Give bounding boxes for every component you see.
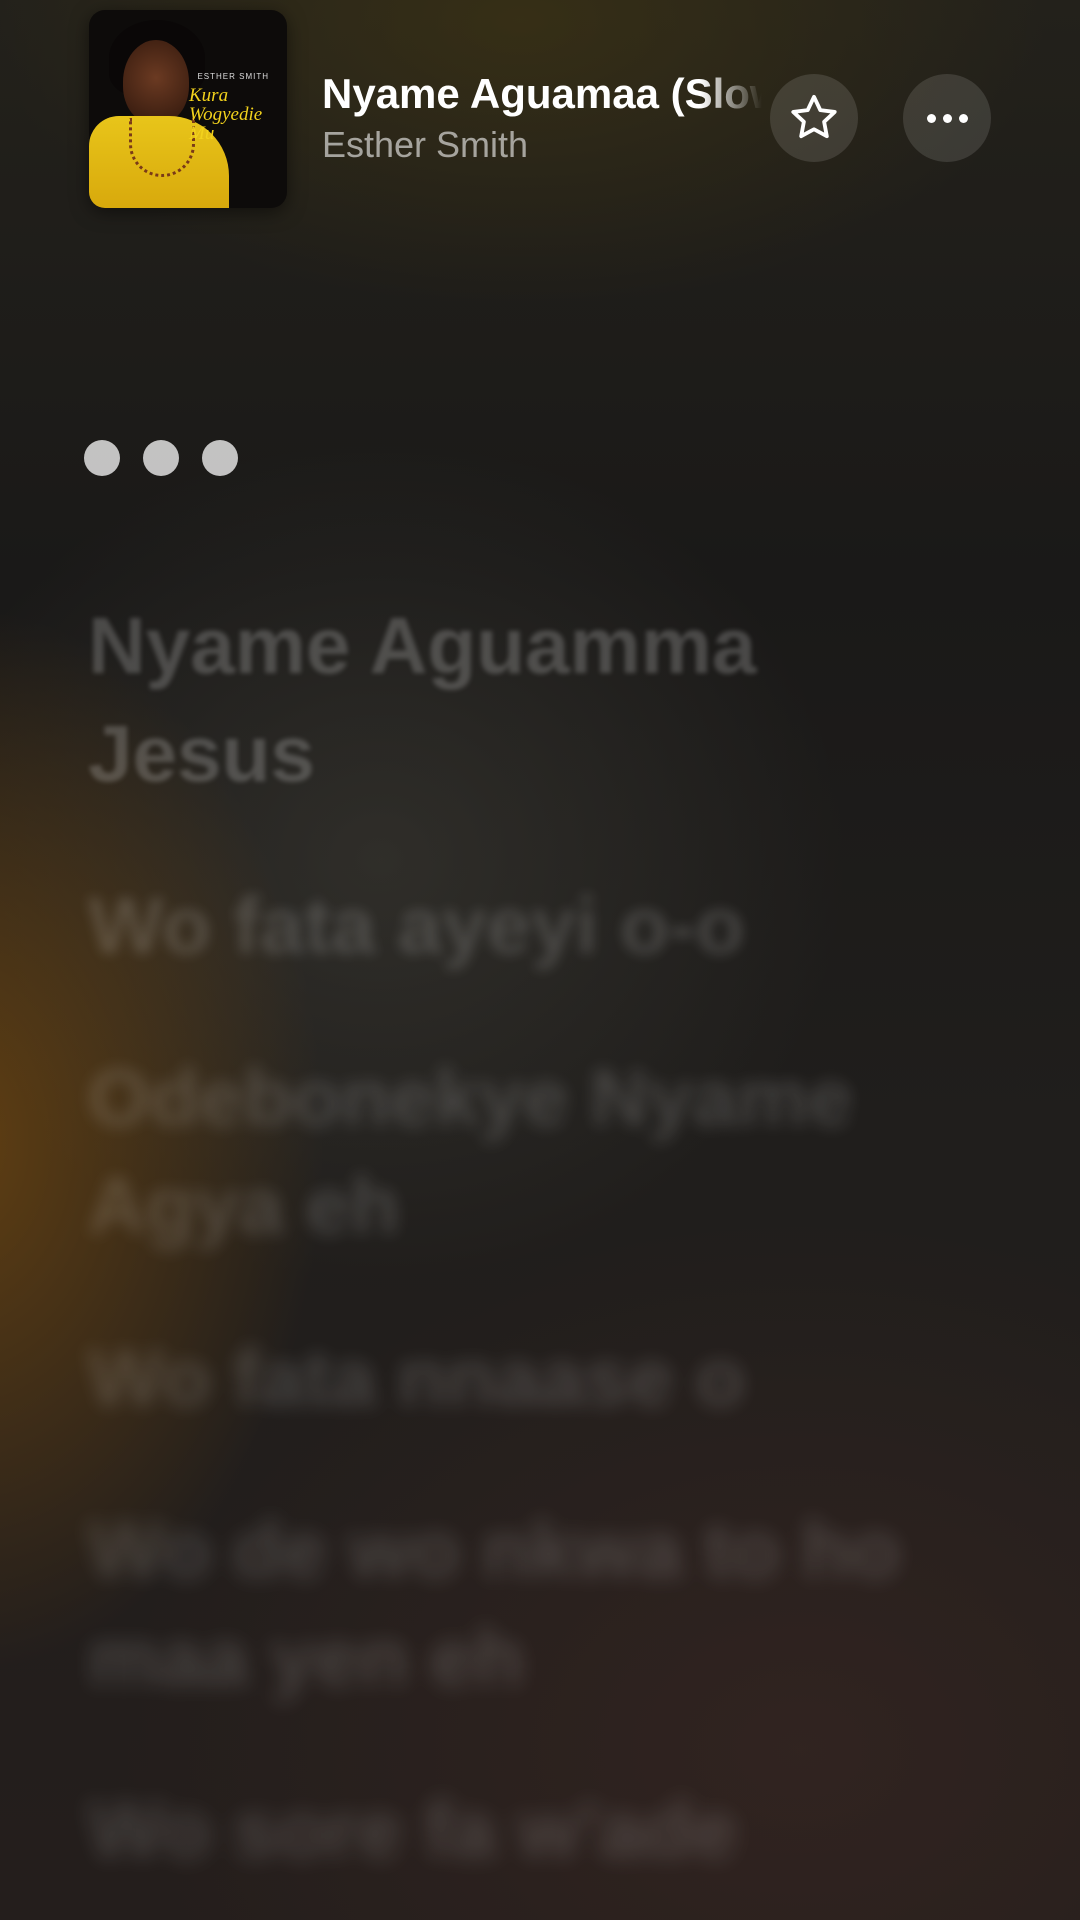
lyric-line[interactable]: Wo sore fa w'ade bbox=[88, 1776, 988, 1884]
lyric-line[interactable]: Wo fata ayeyi o-o bbox=[88, 872, 988, 980]
song-title[interactable]: Nyame Aguamaa (Slow) bbox=[322, 70, 762, 118]
lyric-line[interactable]: Odebonekye Nyame Agya eh bbox=[88, 1044, 988, 1260]
lyrics-list: Nyame Aguamma Jesus Wo fata ayeyi o-o Od… bbox=[88, 592, 988, 1920]
star-outline-icon bbox=[791, 94, 837, 139]
artwork-face bbox=[123, 40, 189, 124]
more-options-button[interactable] bbox=[903, 74, 991, 162]
ellipsis-icon bbox=[926, 113, 968, 123]
album-artwork[interactable]: ESTHER SMITH Kura Wogyedie Mu bbox=[89, 10, 287, 208]
now-playing-header: ESTHER SMITH Kura Wogyedie Mu Nyame Agua… bbox=[0, 0, 1080, 240]
favorite-button[interactable] bbox=[770, 74, 858, 162]
song-artist[interactable]: Esther Smith bbox=[322, 124, 528, 166]
lyric-line[interactable]: Nyame Aguamma Jesus bbox=[88, 592, 988, 808]
artwork-album-text: Kura Wogyedie Mu bbox=[189, 85, 263, 144]
lyric-line[interactable]: Wo de wo nkwa to ho maa yen eh bbox=[88, 1496, 988, 1712]
artwork-artist-label: ESTHER SMITH bbox=[197, 72, 269, 81]
lyrics-waiting-indicator bbox=[84, 440, 238, 476]
lyric-line[interactable]: Wo fata nnaase o bbox=[88, 1324, 988, 1432]
